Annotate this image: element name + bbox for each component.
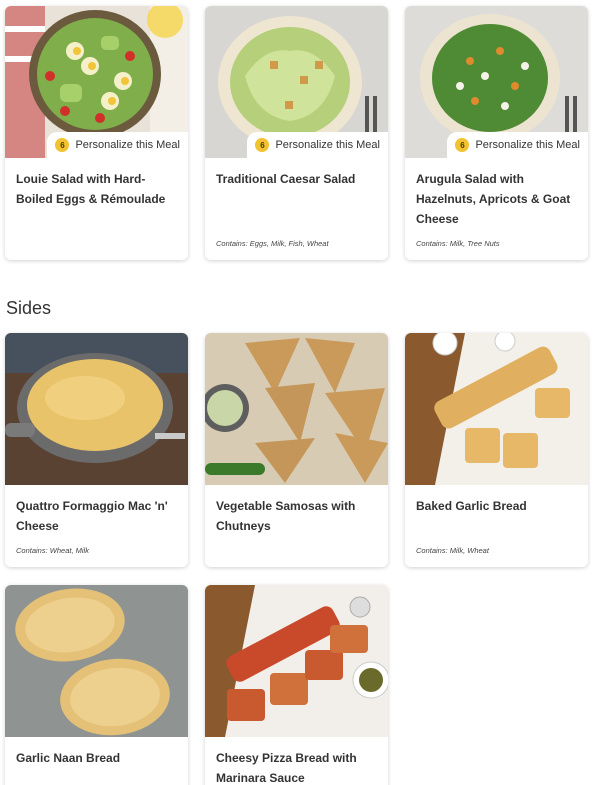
meal-card-pizza-bread[interactable]: Cheesy Pizza Bread with Marinara Sauce [205,585,388,785]
pizza-bread-image[interactable] [205,585,388,737]
meal-card-samosas[interactable]: Vegetable Samosas with Chutneys [205,333,388,567]
personalize-meal-button[interactable]: 6 Personalize this Meal [247,132,388,158]
allergen-info: Contains: Milk, Tree Nuts [416,239,500,248]
section-title-sides: Sides [6,298,52,318]
personalize-label: Personalize this Meal [75,139,180,151]
meal-card-garlic-naan[interactable]: Garlic Naan Bread [5,585,188,785]
garlic-bread-image[interactable] [405,333,588,485]
caesar-salad-image[interactable]: 6 Personalize this Meal [205,6,388,158]
samosas-image[interactable] [205,333,388,485]
meal-title[interactable]: Traditional Caesar Salad [216,169,378,189]
louie-salad-image[interactable]: 6 Personalize this Meal [5,6,188,158]
meal-title[interactable]: Vegetable Samosas with Chutneys [216,496,378,536]
meal-card-mac-cheese[interactable]: Quattro Formaggio Mac 'n' Cheese Contain… [5,333,188,567]
meal-title[interactable]: Quattro Formaggio Mac 'n' Cheese [16,496,178,536]
garlic-naan-photo [5,585,188,737]
personalize-meal-button[interactable]: 6 Personalize this Meal [447,132,588,158]
personalize-count-badge: 6 [55,138,70,152]
meal-card-louie-salad[interactable]: 6 Personalize this Meal Louie Salad with… [5,6,188,260]
personalize-label: Personalize this Meal [475,139,580,151]
garlic-naan-image[interactable] [5,585,188,737]
meal-title[interactable]: Baked Garlic Bread [416,496,578,516]
meal-card-arugula-salad[interactable]: 6 Personalize this Meal Arugula Salad wi… [405,6,588,260]
allergen-info: Contains: Eggs, Milk, Fish, Wheat [216,239,329,248]
mac-cheese-photo [5,333,188,485]
allergen-info: Contains: Milk, Wheat [416,546,489,555]
meal-title[interactable]: Cheesy Pizza Bread with Marinara Sauce [216,748,378,785]
meal-card-caesar-salad[interactable]: 6 Personalize this Meal Traditional Caes… [205,6,388,260]
garlic-bread-photo [405,333,588,485]
personalize-label: Personalize this Meal [275,139,380,151]
arugula-salad-image[interactable]: 6 Personalize this Meal [405,6,588,158]
allergen-info: Contains: Wheat, Milk [16,546,89,555]
meal-title[interactable]: Louie Salad with Hard-Boiled Eggs & Rémo… [16,169,178,209]
pizza-bread-photo [205,585,388,737]
samosas-photo [205,333,388,485]
personalize-count-badge: 6 [255,138,270,152]
personalize-meal-button[interactable]: 6 Personalize this Meal [47,132,188,158]
meal-card-garlic-bread[interactable]: Baked Garlic Bread Contains: Milk, Wheat [405,333,588,567]
mac-cheese-image[interactable] [5,333,188,485]
meal-title[interactable]: Garlic Naan Bread [16,748,178,768]
meal-title[interactable]: Arugula Salad with Hazelnuts, Apricots &… [416,169,578,229]
personalize-count-badge: 6 [455,138,470,152]
